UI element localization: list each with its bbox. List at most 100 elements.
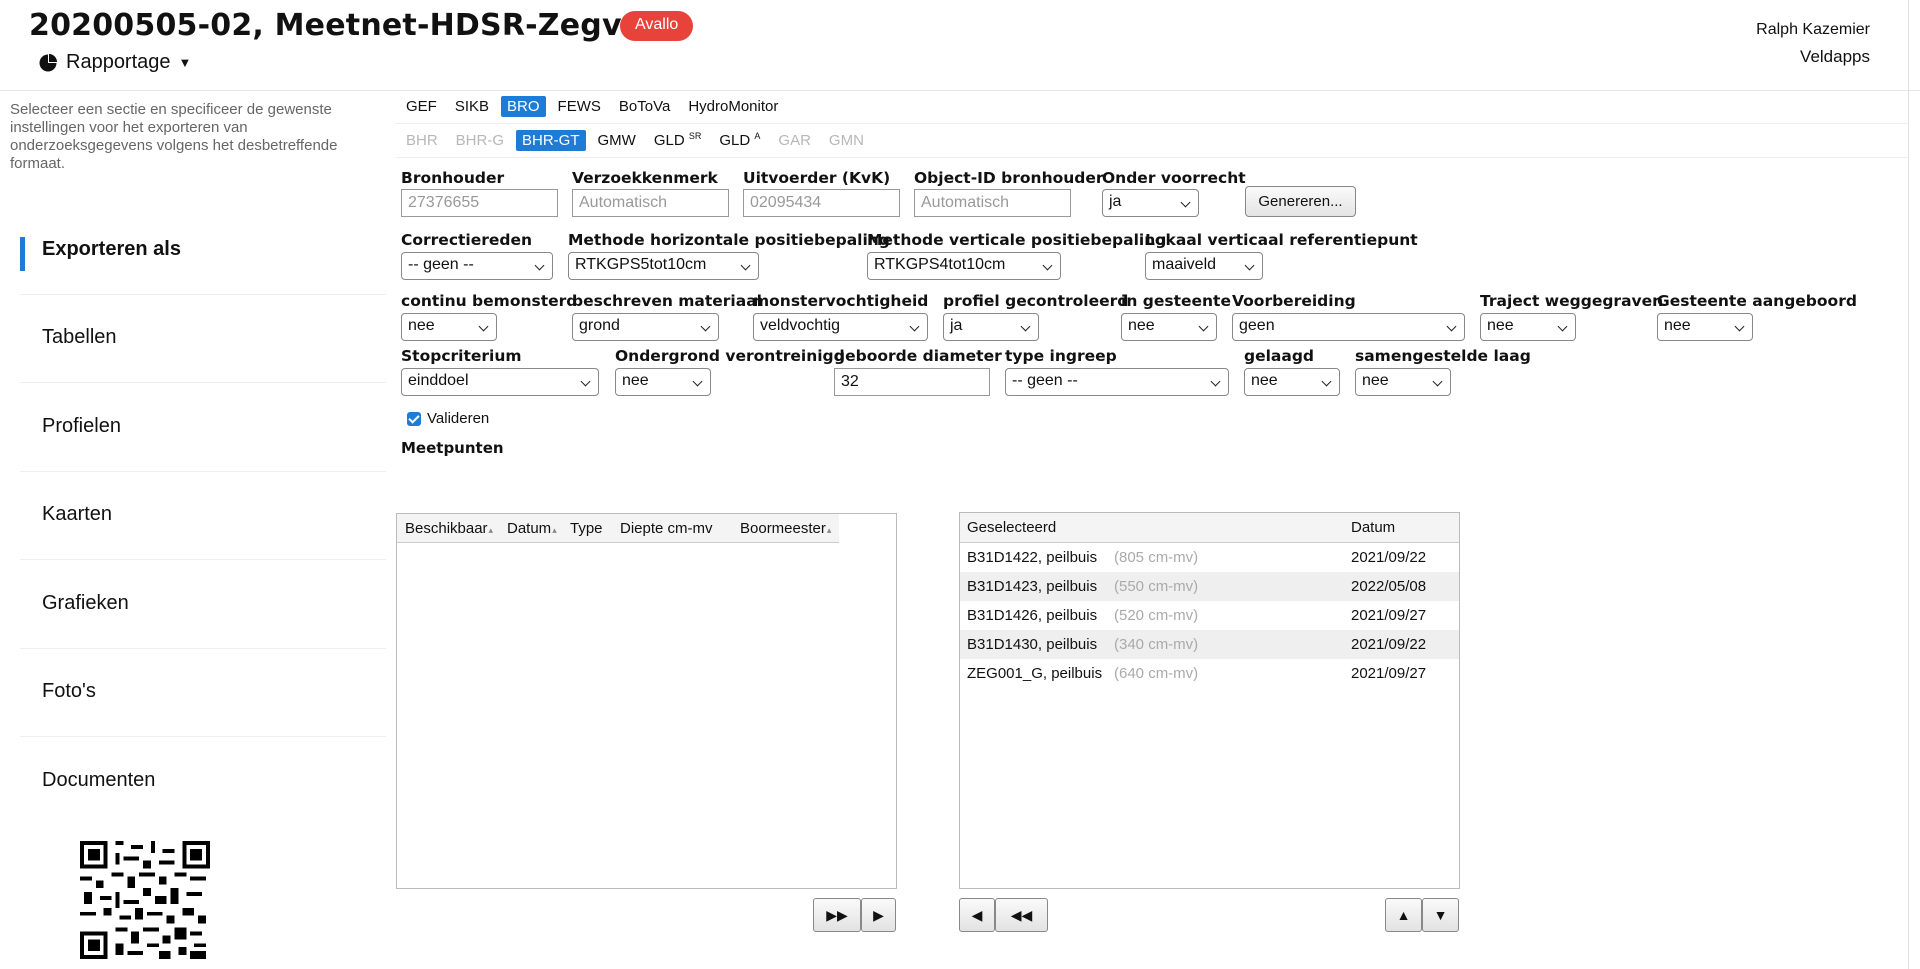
methode-h-select[interactable]: RTKGPS5tot10cm [568, 252, 759, 280]
tab-gld-sr[interactable]: GLD SR [648, 129, 708, 151]
table-row[interactable]: B31D1430, peilbuis (340 cm-mv) 2021/09/2… [960, 630, 1459, 659]
vochtigheid-label: monstervochtigheid [753, 292, 929, 310]
page-title: 20200505-02, Meetnet-HDSR-Zegveld [29, 8, 675, 43]
valideren-checkbox[interactable] [407, 412, 421, 426]
tab-hydromonitor[interactable]: HydroMonitor [682, 96, 784, 117]
col-datum-selected[interactable]: Datum [1351, 519, 1395, 536]
samengesteld-select[interactable]: nee [1355, 368, 1451, 396]
move-down-button[interactable]: ▼ [1422, 898, 1459, 932]
double-left-icon: ◀◀ [1010, 907, 1033, 923]
table-row[interactable]: B31D1426, peilbuis (520 cm-mv) 2021/09/2… [960, 601, 1459, 630]
gelaagd-select[interactable]: nee [1244, 368, 1340, 396]
add-button[interactable]: ▶ [861, 898, 896, 932]
tab-gld-a[interactable]: GLD A [713, 129, 766, 151]
subtabs-divider [395, 157, 1908, 158]
user-name[interactable]: Ralph Kazemier [1756, 21, 1870, 39]
row-date: 2021/09/22 [1351, 636, 1427, 653]
col-boormeester[interactable]: Boormeester [740, 520, 831, 537]
tab-gef[interactable]: GEF [400, 96, 443, 117]
methode-v-select[interactable]: RTKGPS4tot10cm [867, 252, 1061, 280]
selected-list[interactable]: Geselecteerd Datum B31D1422, peilbuis (8… [959, 512, 1460, 889]
add-all-button[interactable]: ▶▶ [813, 898, 861, 932]
tab-bhr-gt[interactable]: BHR-GT [516, 129, 586, 151]
aangeboord-select[interactable]: nee [1657, 313, 1753, 341]
row-depth: (550 cm-mv) [1114, 578, 1199, 595]
verzoekkenmerk-field[interactable]: Automatisch [572, 189, 729, 217]
tab-bro[interactable]: BRO [501, 96, 546, 117]
remove-button[interactable]: ◀ [959, 898, 995, 932]
col-diepte[interactable]: Diepte cm-mv [620, 520, 713, 537]
sidebar-item-label: Documenten [42, 769, 156, 791]
sidebar-item-label: Grafieken [42, 592, 129, 614]
valideren-label[interactable]: Valideren [427, 410, 489, 427]
sidebar-item-label: Foto's [42, 680, 96, 702]
sidebar-item-documenten[interactable]: Documenten [20, 737, 386, 825]
page-edge [1908, 0, 1909, 969]
row-date: 2021/09/27 [1351, 665, 1427, 682]
diameter-label: geboorde diameter [834, 347, 1002, 365]
tab-gmw[interactable]: GMW [592, 130, 642, 151]
table-row[interactable]: B31D1422, peilbuis (805 cm-mv) 2021/09/2… [960, 543, 1459, 572]
app-name[interactable]: Veldapps [1800, 47, 1870, 67]
col-geselecteerd[interactable]: Geselecteerd [967, 519, 1056, 536]
methode-v-label: Methode verticale positiebepaling [867, 231, 1167, 249]
diameter-field[interactable]: 32 [834, 368, 990, 396]
sidebar-item-exporteren[interactable]: Exporteren als [20, 206, 386, 295]
gecontroleerd-select[interactable]: ja [943, 313, 1039, 341]
tab-gmn: GMN [828, 131, 864, 149]
col-beschikbaar[interactable]: Beschikbaar [405, 520, 493, 537]
traject-select[interactable]: nee [1480, 313, 1576, 341]
tab-fews[interactable]: FEWS [552, 96, 607, 117]
tab-superscript: A [754, 131, 761, 141]
col-datum[interactable]: Datum [507, 520, 557, 537]
sidebar-item-tabellen[interactable]: Tabellen [20, 294, 386, 383]
row-name: B31D1430, peilbuis [967, 636, 1098, 653]
onder-voorrecht-select[interactable]: ja [1102, 189, 1199, 217]
object-id-field[interactable]: Automatisch [914, 189, 1071, 217]
genereren-button[interactable]: Genereren... [1245, 186, 1356, 217]
correctiereden-select[interactable]: -- geen -- [401, 252, 553, 280]
uitvoerder-field[interactable]: 02095434 [743, 189, 900, 217]
materiaal-label: beschreven materiaal [572, 292, 762, 310]
down-icon: ▼ [1433, 907, 1448, 923]
lokaal-ref-select[interactable]: maaiveld [1145, 252, 1263, 280]
tab-bhr: BHR [406, 131, 438, 149]
tab-botova[interactable]: BoToVa [613, 96, 676, 117]
sidebar-item-fotos[interactable]: Foto's [20, 648, 386, 737]
col-type[interactable]: Type [570, 520, 603, 537]
selected-list-header: Geselecteerd Datum [960, 513, 1459, 543]
row-name: B31D1422, peilbuis [967, 549, 1098, 566]
available-list[interactable]: Beschikbaar Datum Type Diepte cm-mv Boor… [396, 513, 897, 889]
sidebar-item-profielen[interactable]: Profielen [20, 383, 386, 472]
verontreinigd-select[interactable]: nee [615, 368, 711, 396]
row-depth: (520 cm-mv) [1114, 607, 1199, 624]
continu-select[interactable]: nee [401, 313, 497, 341]
materiaal-select[interactable]: grond [572, 313, 719, 341]
vochtigheid-select[interactable]: veldvochtig [753, 313, 928, 341]
organisation-badge: Avallo [620, 11, 694, 41]
correctiereden-label: Correctiereden [401, 231, 533, 249]
verzoekkenmerk-label: Verzoekkenmerk [572, 169, 718, 187]
ingreep-select[interactable]: -- geen -- [1005, 368, 1229, 396]
move-up-button[interactable]: ▲ [1385, 898, 1422, 932]
bronhouder-field[interactable]: 27376655 [401, 189, 558, 217]
samengesteld-label: samengestelde laag [1355, 347, 1531, 365]
stopcriterium-select[interactable]: einddoel [401, 368, 599, 396]
tab-gar: GAR [778, 131, 811, 149]
available-list-header: Beschikbaar Datum Type Diepte cm-mv Boor… [397, 514, 839, 543]
onder-voorrecht-label: Onder voorrecht [1102, 169, 1246, 187]
table-row[interactable]: ZEG001_G, peilbuis (640 cm-mv) 2021/09/2… [960, 659, 1459, 688]
row-depth: (640 cm-mv) [1114, 665, 1199, 682]
remove-all-button[interactable]: ◀◀ [995, 898, 1048, 932]
sidebar-item-label: Exporteren als [42, 238, 181, 260]
tab-sikb[interactable]: SIKB [449, 96, 495, 117]
table-row[interactable]: B31D1423, peilbuis (550 cm-mv) 2022/05/0… [960, 572, 1459, 601]
voorbereiding-select[interactable]: geen [1232, 313, 1465, 341]
rapportage-menu[interactable]: Rapportage ▼ [38, 51, 191, 74]
sidebar-item-grafieken[interactable]: Grafieken [20, 560, 386, 649]
bro-type-tabs: BHR BHR-G BHR-GT GMW GLD SR GLD A GAR GM… [400, 129, 870, 151]
gesteente-select[interactable]: nee [1121, 313, 1217, 341]
methode-h-label: Methode horizontale positiebepaling [568, 231, 890, 249]
right-icon: ▶ [873, 907, 884, 923]
sidebar-item-kaarten[interactable]: Kaarten [20, 471, 386, 560]
